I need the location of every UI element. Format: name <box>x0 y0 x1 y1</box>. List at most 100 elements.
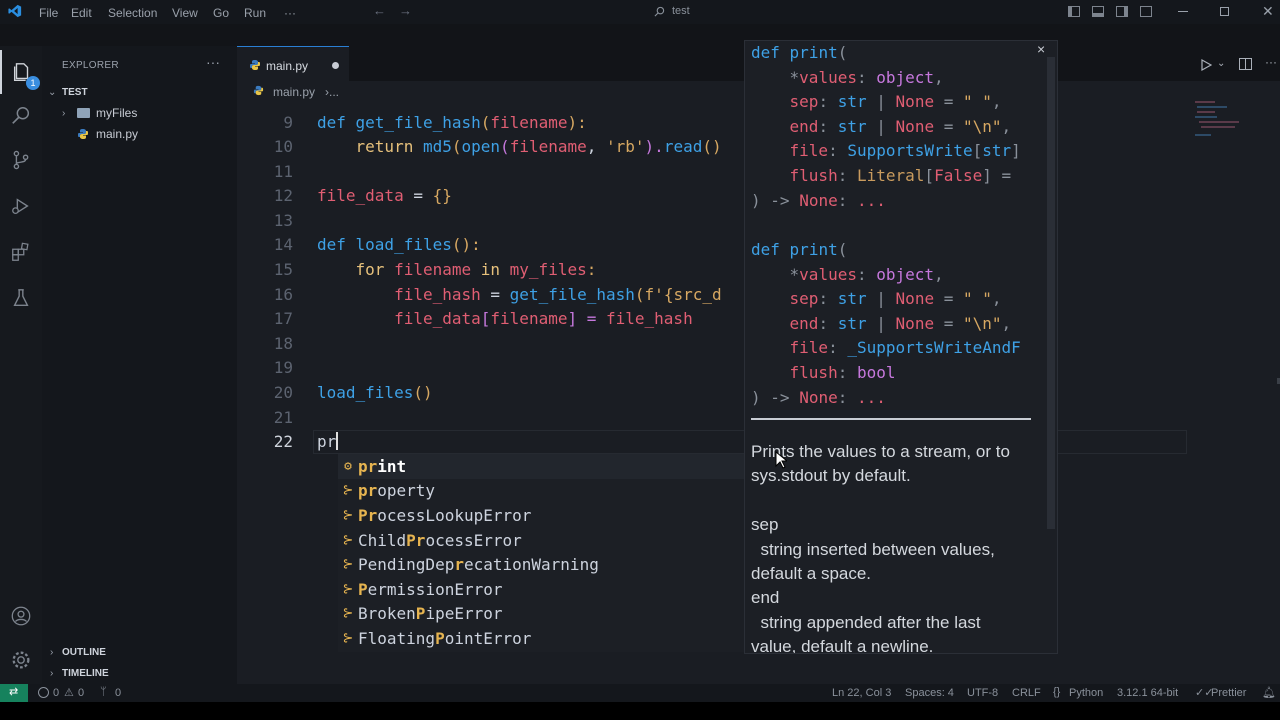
minimap[interactable] <box>1193 99 1263 149</box>
command-center-label[interactable]: test <box>672 5 690 17</box>
suggestion-item[interactable]: ⊱ ProcessLookupError <box>338 503 744 528</box>
cursor-position[interactable]: Ln 22, Col 3 <box>832 687 891 699</box>
toggle-panel-icon[interactable] <box>1092 6 1104 17</box>
token: ( <box>451 137 462 156</box>
back-arrow-icon[interactable]: ← <box>373 3 386 18</box>
signature-line: file: SupportsWrite[str] <box>789 141 1021 161</box>
video-bottom-strip <box>0 702 1280 720</box>
menu-run[interactable]: Run <box>244 6 266 20</box>
minimize-icon[interactable] <box>1178 11 1188 12</box>
remote-indicator[interactable]: ⇄ <box>0 684 28 702</box>
signature-line: ) -> None: ... <box>751 387 886 407</box>
error-icon[interactable] <box>38 687 49 698</box>
token: (): <box>451 235 481 254</box>
token: def <box>317 113 356 132</box>
tab-label: main.py <box>266 59 309 73</box>
run-file-icon[interactable] <box>1200 58 1213 76</box>
token: load_files <box>355 235 452 254</box>
doc-scrollbar[interactable] <box>1047 57 1055 529</box>
explorer-activity[interactable]: 1 <box>0 50 42 94</box>
formatter[interactable]: Prettier <box>1211 687 1246 699</box>
signature-line: sep: str | None = " ", <box>789 92 1002 112</box>
explorer-more-icon[interactable]: ··· <box>206 54 220 70</box>
indentation[interactable]: Spaces: 4 <box>905 687 954 699</box>
suggestion-item[interactable]: ⊱ FloatingPointError <box>338 626 744 651</box>
restore-icon[interactable] <box>1220 7 1229 16</box>
signature-help-popup: × def print( *values: object, sep: str |… <box>744 40 1058 654</box>
breadcrumb-file[interactable]: main.py <box>273 85 315 99</box>
warning-icon[interactable]: ⚠ <box>64 686 74 699</box>
explorer-root[interactable]: ⌄ TEST <box>42 82 237 102</box>
suggestion-item[interactable]: ⊱ ChildProcessError <box>338 528 744 553</box>
doc-text-line: sys.stdout by default. <box>751 466 911 486</box>
outline-section[interactable]: › OUTLINE <box>42 642 237 662</box>
warning-count[interactable]: 0 <box>78 687 84 699</box>
token: filename <box>490 113 568 132</box>
extensions-activity[interactable] <box>0 230 42 274</box>
suggestion-text: operty <box>377 481 436 501</box>
line-number: 19 <box>273 358 293 377</box>
method-icon: ⚙ <box>344 458 352 474</box>
python-interpreter[interactable]: 3.12.1 64-bit <box>1117 687 1178 699</box>
customize-layout-icon[interactable] <box>1140 6 1152 17</box>
token: file_data <box>317 186 404 205</box>
file-label: main.py <box>96 127 139 141</box>
ports-icon[interactable]: ᛘ <box>100 686 107 698</box>
python-file-icon <box>77 128 89 143</box>
menu-edit[interactable]: Edit <box>71 6 92 20</box>
encoding[interactable]: UTF-8 <box>967 687 998 699</box>
breadcrumb-symbols[interactable]: ›... <box>325 85 339 99</box>
testing-activity[interactable] <box>0 276 42 320</box>
command-center-search-icon[interactable] <box>654 4 665 22</box>
source-control-activity[interactable] <box>0 138 42 182</box>
explorer-title: EXPLORER <box>62 60 119 71</box>
suggestion-item[interactable]: ⚙ print <box>338 454 744 479</box>
editor-more-icon[interactable]: ··· <box>1265 55 1277 69</box>
token: ] = <box>567 309 606 328</box>
accounts-activity[interactable] <box>0 594 42 638</box>
run-dropdown-icon[interactable]: ⌄ <box>1217 58 1225 69</box>
timeline-section[interactable]: › TIMELINE <box>42 663 237 683</box>
vscode-logo-icon <box>8 4 22 18</box>
menu-more[interactable]: ··· <box>284 6 296 20</box>
search-icon <box>12 107 30 124</box>
suggestion-text: PendingDep <box>358 555 455 575</box>
folder-icon <box>77 108 90 118</box>
suggestion-label: ChildProcessError <box>358 531 522 550</box>
suggestion-item[interactable]: ⊱ PermissionError <box>338 577 744 602</box>
token: return <box>317 137 423 156</box>
run-debug-activity[interactable] <box>0 184 42 228</box>
menu-selection[interactable]: Selection <box>108 6 157 20</box>
signature-line: end: str | None = "\n", <box>789 116 1012 136</box>
unsaved-dot-icon[interactable] <box>332 62 339 69</box>
toggle-secondary-sidebar-icon[interactable] <box>1116 6 1128 17</box>
forward-arrow-icon[interactable]: → <box>399 3 412 18</box>
close-icon[interactable]: × <box>1037 41 1045 57</box>
gear-icon <box>12 651 30 669</box>
manage-activity[interactable] <box>0 638 42 682</box>
suggestion-text: Floating <box>358 628 436 648</box>
suggestion-item[interactable]: ⊱ PendingDeprecationWarning <box>338 552 744 577</box>
extensions-icon <box>12 242 29 261</box>
error-count[interactable]: 0 <box>53 687 59 699</box>
folder-myfiles[interactable]: › myFiles <box>42 103 237 123</box>
close-window-icon[interactable]: ✕ <box>1262 3 1274 20</box>
menu-view[interactable]: View <box>172 6 198 20</box>
suggestion-text: ecationWarning <box>463 555 599 575</box>
file-main-py[interactable]: main.py <box>42 124 237 144</box>
explorer-root-label: TEST <box>62 86 88 98</box>
notifications-bell-icon[interactable]: 🔔︎ <box>1262 686 1276 699</box>
code-line: return md5(open(filename, 'rb').read() <box>317 137 722 156</box>
tab-main-py[interactable]: main.py <box>237 46 349 81</box>
language-mode[interactable]: Python <box>1069 687 1103 699</box>
ports-count[interactable]: 0 <box>115 687 121 699</box>
search-activity[interactable] <box>0 94 42 138</box>
toggle-sidebar-icon[interactable] <box>1068 6 1080 17</box>
end-of-line[interactable]: CRLF <box>1012 687 1041 699</box>
menu-go[interactable]: Go <box>213 6 229 20</box>
suggestion-match: pr <box>358 481 378 501</box>
language-braces-icon[interactable]: {} <box>1053 686 1060 698</box>
suggestion-item[interactable]: ⊱ BrokenPipeError <box>338 602 744 627</box>
suggestion-item[interactable]: ⊱ property <box>338 479 744 504</box>
menu-file[interactable]: File <box>39 6 58 20</box>
